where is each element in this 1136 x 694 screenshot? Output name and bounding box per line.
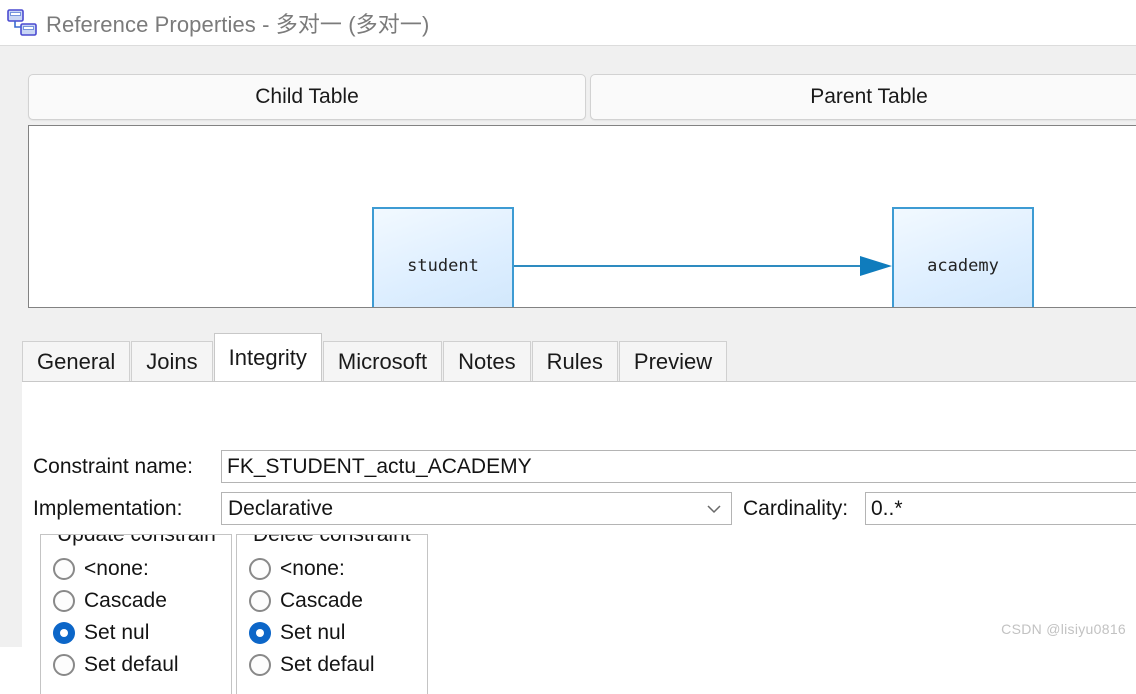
radio-label: Cascade bbox=[84, 589, 167, 612]
radio-delete-set-default[interactable]: Set defaul bbox=[249, 649, 427, 681]
implementation-select[interactable]: Declarative bbox=[221, 492, 732, 525]
radio-mark-icon bbox=[53, 558, 75, 580]
tab-preview[interactable]: Preview bbox=[618, 341, 728, 381]
radio-mark-icon bbox=[53, 654, 75, 676]
diagram-node-child[interactable]: student bbox=[372, 207, 514, 307]
dialog-title: Reference Properties - 多对一 (多对一) bbox=[46, 11, 430, 37]
radio-delete-set-null[interactable]: Set nul bbox=[249, 617, 427, 649]
update-constraint-options: <none: Cascade Set nul Set defaul bbox=[53, 553, 231, 681]
table-headers-row: Child Table Parent Table bbox=[28, 74, 1136, 120]
radio-mark-icon bbox=[53, 590, 75, 612]
radio-label: Set defaul bbox=[84, 653, 179, 676]
constraint-name-label: Constraint name: bbox=[33, 454, 193, 478]
radio-delete-none[interactable]: <none: bbox=[249, 553, 427, 585]
reference-relationship-icon bbox=[6, 8, 40, 38]
radio-update-cascade[interactable]: Cascade bbox=[53, 585, 231, 617]
radio-update-none[interactable]: <none: bbox=[53, 553, 231, 585]
tab-notes[interactable]: Notes bbox=[443, 341, 531, 381]
radio-mark-icon bbox=[249, 654, 271, 676]
relationship-diagram-panel[interactable]: student academy bbox=[28, 125, 1136, 308]
radio-label: Set nul bbox=[280, 621, 346, 644]
radio-label: Set defaul bbox=[280, 653, 375, 676]
tab-joins[interactable]: Joins bbox=[131, 341, 213, 381]
chevron-down-icon bbox=[697, 504, 731, 514]
delete-constraint-options: <none: Cascade Set nul Set defaul bbox=[249, 553, 427, 681]
radio-label: Set nul bbox=[84, 621, 150, 644]
update-constraint-title: Update constrain bbox=[55, 535, 218, 547]
implementation-row: Implementation: Declarative Cardinality:… bbox=[33, 492, 1136, 525]
diagram-connector-line bbox=[514, 265, 866, 267]
dialog-body: Child Table Parent Table student academy… bbox=[0, 46, 1136, 694]
radio-label: Cascade bbox=[280, 589, 363, 612]
update-constraint-group: Update constrain <none: Cascade Set nul … bbox=[40, 534, 232, 694]
radio-mark-icon bbox=[249, 590, 271, 612]
delete-constraint-group: Delete constraint <none: Cascade Set nul… bbox=[236, 534, 428, 694]
radio-delete-cascade[interactable]: Cascade bbox=[249, 585, 427, 617]
parent-table-header[interactable]: Parent Table bbox=[590, 74, 1136, 120]
delete-constraint-title: Delete constraint bbox=[251, 535, 413, 547]
radio-label: <none: bbox=[280, 557, 345, 580]
radio-mark-selected-icon bbox=[53, 622, 75, 644]
tab-rules[interactable]: Rules bbox=[531, 341, 618, 381]
tab-microsoft[interactable]: Microsoft bbox=[322, 341, 443, 381]
implementation-value: Declarative bbox=[228, 496, 334, 520]
radio-label: <none: bbox=[84, 557, 149, 580]
child-table-header[interactable]: Child Table bbox=[28, 74, 586, 120]
tab-bar: General Joins Integrity Microsoft Notes … bbox=[22, 333, 728, 381]
watermark: CSDN @lisiyu0816 bbox=[1001, 621, 1126, 637]
tab-general[interactable]: General bbox=[22, 341, 131, 381]
dialog-title-bar: Reference Properties - 多对一 (多对一) bbox=[0, 0, 1136, 46]
radio-mark-icon bbox=[249, 558, 271, 580]
tab-integrity[interactable]: Integrity bbox=[213, 333, 322, 381]
radio-mark-selected-icon bbox=[249, 622, 271, 644]
cardinality-input[interactable]: 0..* bbox=[865, 492, 1136, 525]
cardinality-label: Cardinality: bbox=[743, 496, 849, 520]
radio-update-set-default[interactable]: Set defaul bbox=[53, 649, 231, 681]
diagram-arrow-icon bbox=[860, 256, 892, 276]
integrity-tab-panel: Constraint name: FK_STUDENT_actu_ACADEMY… bbox=[22, 381, 1136, 694]
diagram-node-parent[interactable]: academy bbox=[892, 207, 1034, 307]
constraint-name-row: Constraint name: FK_STUDENT_actu_ACADEMY bbox=[33, 450, 1136, 483]
radio-update-set-null[interactable]: Set nul bbox=[53, 617, 231, 649]
implementation-label: Implementation: bbox=[33, 496, 183, 520]
constraint-name-input[interactable]: FK_STUDENT_actu_ACADEMY bbox=[221, 450, 1136, 483]
